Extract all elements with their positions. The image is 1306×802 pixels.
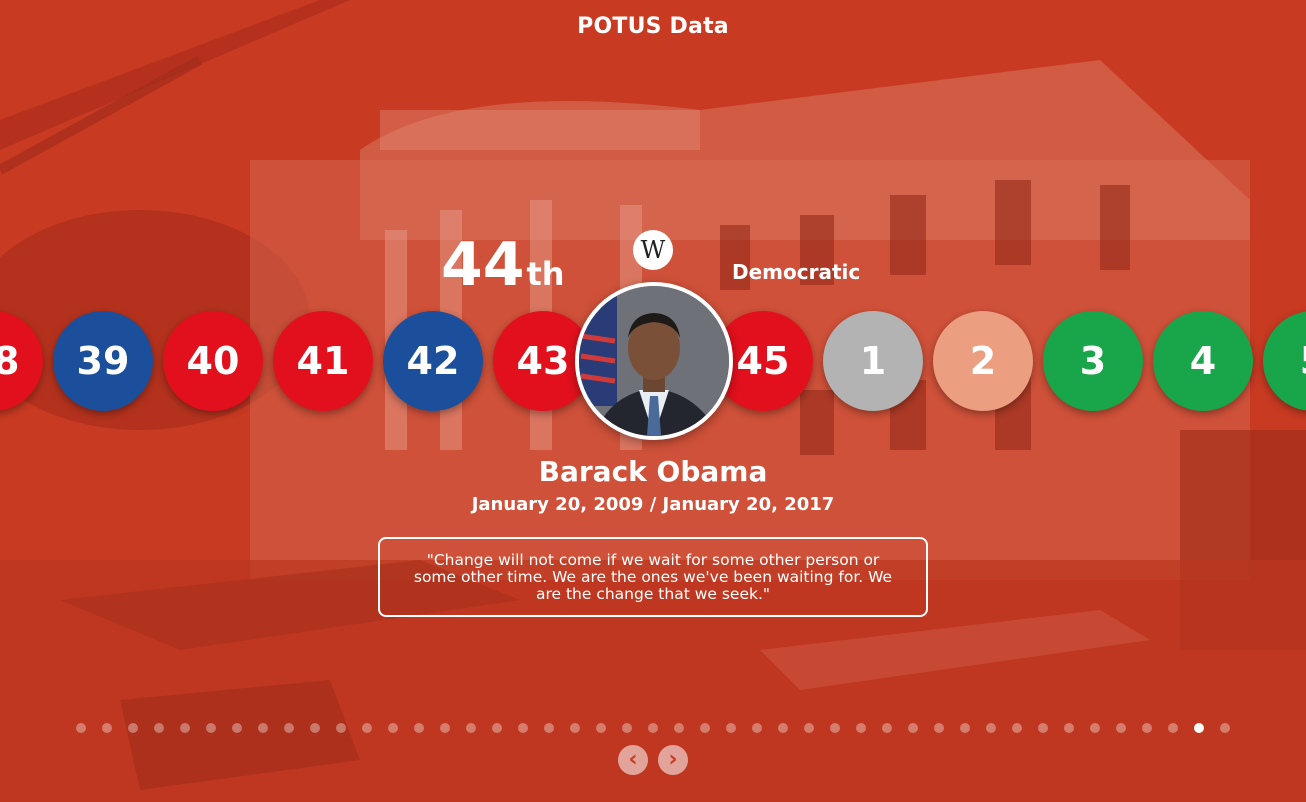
pagination-dot[interactable] [284, 723, 294, 733]
pagination-dot[interactable] [440, 723, 450, 733]
pagination-dot[interactable] [258, 723, 268, 733]
pagination-dot[interactable] [180, 723, 190, 733]
pagination-dot[interactable] [1116, 723, 1126, 733]
pagination-dot[interactable] [908, 723, 918, 733]
pagination-dot[interactable] [414, 723, 424, 733]
president-circle[interactable]: 1 [823, 311, 923, 411]
pagination-dot[interactable] [622, 723, 632, 733]
president-circle[interactable]: 3 [1043, 311, 1143, 411]
president-ordinal: 44th [441, 230, 565, 309]
pagination-dot[interactable] [804, 723, 814, 733]
pagination-dot[interactable] [882, 723, 892, 733]
president-circle[interactable]: 41 [273, 311, 373, 411]
pagination-dot[interactable] [1220, 723, 1230, 733]
pagination-dot[interactable] [1142, 723, 1152, 733]
pagination-dot[interactable] [700, 723, 710, 733]
president-circle[interactable]: 42 [383, 311, 483, 411]
pagination-dot[interactable] [206, 723, 216, 733]
president-portrait[interactable] [575, 282, 733, 440]
pagination-dot[interactable] [362, 723, 372, 733]
pagination-dot[interactable] [232, 723, 242, 733]
wikipedia-icon[interactable]: W [633, 230, 673, 270]
pagination-dot[interactable] [102, 723, 112, 733]
president-circle[interactable]: 4 [1153, 311, 1253, 411]
pagination-dot[interactable] [648, 723, 658, 733]
ordinal-number: 44 [441, 230, 525, 300]
quote-box: "Change will not come if we wait for som… [378, 537, 928, 617]
next-arrow-icon[interactable]: › [658, 745, 688, 775]
pagination-dot[interactable] [726, 723, 736, 733]
pagination-dot[interactable] [674, 723, 684, 733]
pagination-dot[interactable] [960, 723, 970, 733]
pagination-dot[interactable] [518, 723, 528, 733]
pagination-dot[interactable] [388, 723, 398, 733]
pagination-dot[interactable] [466, 723, 476, 733]
pagination-dot[interactable] [778, 723, 788, 733]
pagination-dot[interactable] [154, 723, 164, 733]
term-dates: January 20, 2009 / January 20, 2017 [471, 494, 835, 515]
pagination-dot[interactable] [492, 723, 502, 733]
president-name: Barack Obama [538, 455, 768, 488]
pagination-dot[interactable] [1064, 723, 1074, 733]
pagination-dot[interactable] [856, 723, 866, 733]
pagination-dot[interactable] [934, 723, 944, 733]
pagination-dot[interactable] [544, 723, 554, 733]
president-circle[interactable]: 40 [163, 311, 263, 411]
ordinal-suffix: th [526, 255, 565, 293]
pagination-dot[interactable] [336, 723, 346, 733]
pagination-dot[interactable] [570, 723, 580, 733]
app-title: POTUS Data [577, 14, 729, 39]
pagination-dot[interactable] [1168, 723, 1178, 733]
president-circle[interactable]: 39 [53, 311, 153, 411]
pagination-dot[interactable] [1012, 723, 1022, 733]
portrait-image [579, 286, 729, 436]
pagination-dot[interactable] [596, 723, 606, 733]
prev-arrow-icon[interactable]: ‹ [618, 745, 648, 775]
pagination-dot[interactable] [310, 723, 320, 733]
pagination-dot[interactable] [128, 723, 138, 733]
pagination-dot[interactable] [76, 723, 86, 733]
pagination-dot[interactable] [1038, 723, 1048, 733]
pagination-dot[interactable] [830, 723, 840, 733]
pagination-dot[interactable] [1090, 723, 1100, 733]
pagination-dot[interactable] [986, 723, 996, 733]
pagination-dot[interactable] [752, 723, 762, 733]
party-label: Democratic [732, 260, 861, 284]
president-circle[interactable]: 2 [933, 311, 1033, 411]
pagination-dot[interactable] [1194, 723, 1204, 733]
